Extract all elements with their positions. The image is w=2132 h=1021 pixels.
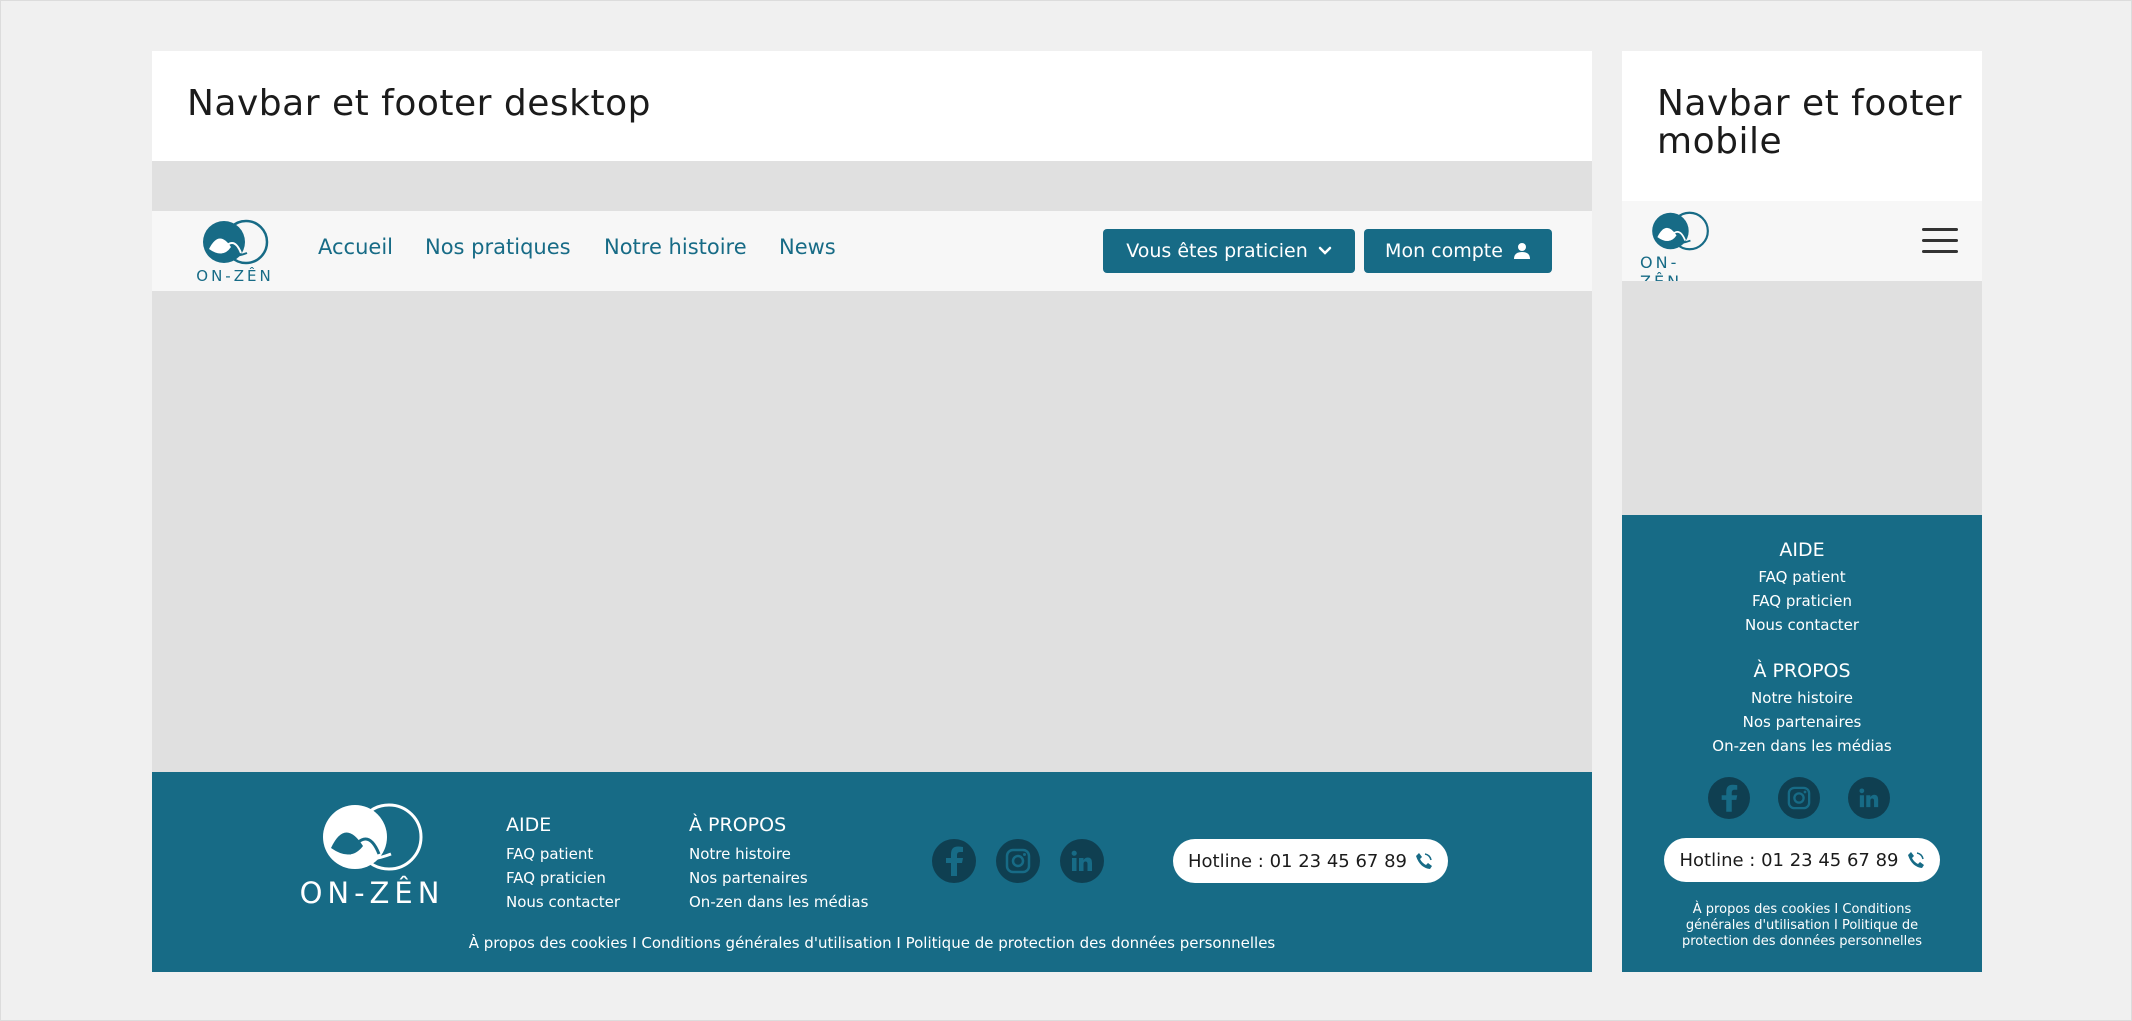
nav-link-accueil[interactable]: Accueil	[318, 235, 393, 259]
panel-title-mobile: Navbar et footer mobile	[1657, 83, 1962, 162]
mobile-panel: Navbar et footer mobile ON-ZÊN AIDE FAQ …	[1622, 51, 1982, 972]
chevron-down-icon	[1318, 246, 1332, 255]
mobile-content-placeholder	[1622, 281, 1982, 515]
footer-apropos-column: À PROPOS Notre histoire Nos partenaires …	[689, 814, 868, 914]
facebook-icon[interactable]	[1708, 777, 1750, 819]
mobile-footer-legal-links[interactable]: À propos des cookies I Conditions généra…	[1672, 902, 1932, 950]
social-links	[932, 839, 1104, 883]
desktop-navbar: ON-ZÊN Accueil Nos pratiques Notre histo…	[152, 211, 1592, 291]
mon-compte-label: Mon compte	[1385, 240, 1503, 262]
desktop-panel: Navbar et footer desktop ON-ZÊN Accueil …	[152, 51, 1592, 972]
footer-aide-column: AIDE FAQ patient FAQ praticien Nous cont…	[506, 814, 620, 914]
facebook-icon[interactable]	[932, 839, 976, 883]
mobile-link-nous-contacter[interactable]: Nous contacter	[1622, 613, 1982, 637]
content-placeholder-top	[152, 161, 1592, 211]
footer-logo[interactable]: ON-ZÊN	[297, 802, 447, 910]
content-placeholder-main	[152, 291, 1592, 772]
footer-aide-title: AIDE	[506, 814, 552, 836]
phone-icon	[1907, 852, 1924, 868]
hotline-label: Hotline : 01 23 45 67 89	[1187, 850, 1407, 872]
praticien-button-label: Vous êtes praticien	[1126, 240, 1308, 262]
mobile-aide-title: AIDE	[1779, 539, 1825, 561]
phone-icon	[1416, 853, 1432, 869]
lotus-logo-icon	[203, 219, 269, 265]
footer-link-nous-contacter[interactable]: Nous contacter	[506, 890, 620, 914]
mobile-apropos-title: À PROPOS	[1753, 660, 1851, 682]
mobile-footer-apropos: À PROPOS Notre histoire Nos partenaires …	[1622, 660, 1982, 758]
logo-text: ON-ZÊN	[196, 267, 274, 285]
mobile-hotline-label: Hotline : 01 23 45 67 89	[1679, 849, 1899, 871]
mobile-social-links	[1708, 777, 1890, 819]
mobile-footer: AIDE FAQ patient FAQ praticien Nous cont…	[1622, 515, 1982, 972]
footer-link-medias[interactable]: On-zen dans les médias	[689, 890, 868, 914]
linkedin-icon[interactable]	[1060, 839, 1104, 883]
footer-apropos-title: À PROPOS	[689, 814, 787, 836]
mobile-link-medias[interactable]: On-zen dans les médias	[1622, 734, 1982, 758]
mon-compte-button[interactable]: Mon compte	[1364, 229, 1552, 273]
panel-title-desktop: Navbar et footer desktop	[187, 83, 651, 124]
nav-link-nos-pratiques[interactable]: Nos pratiques	[425, 235, 571, 259]
footer-link-nos-partenaires[interactable]: Nos partenaires	[689, 866, 868, 890]
instagram-icon[interactable]	[996, 839, 1040, 883]
logo[interactable]: ON-ZÊN	[190, 219, 280, 285]
nav-link-notre-histoire[interactable]: Notre histoire	[604, 235, 747, 259]
mobile-footer-aide: AIDE FAQ patient FAQ praticien Nous cont…	[1622, 539, 1982, 637]
footer-legal-links[interactable]: À propos des cookies I Conditions généra…	[152, 934, 1592, 952]
nav-link-news[interactable]: News	[779, 235, 836, 259]
desktop-footer: ON-ZÊN AIDE FAQ patient FAQ praticien No…	[152, 772, 1592, 972]
linkedin-icon[interactable]	[1848, 777, 1890, 819]
praticien-dropdown-button[interactable]: Vous êtes praticien	[1103, 229, 1355, 273]
footer-link-faq-patient[interactable]: FAQ patient	[506, 842, 620, 866]
mobile-link-notre-histoire[interactable]: Notre histoire	[1622, 686, 1982, 710]
lotus-logo-icon	[323, 803, 423, 871]
mobile-logo[interactable]: ON-ZÊN	[1640, 211, 1720, 291]
hotline-button[interactable]: Hotline : 01 23 45 67 89	[1173, 839, 1448, 883]
user-icon	[1513, 243, 1530, 259]
mobile-link-faq-patient[interactable]: FAQ patient	[1622, 565, 1982, 589]
footer-logo-text: ON-ZÊN	[299, 876, 445, 910]
hamburger-menu-icon[interactable]	[1922, 228, 1958, 254]
footer-link-faq-praticien[interactable]: FAQ praticien	[506, 866, 620, 890]
instagram-icon[interactable]	[1778, 777, 1820, 819]
mobile-link-faq-praticien[interactable]: FAQ praticien	[1622, 589, 1982, 613]
mobile-navbar: ON-ZÊN	[1622, 201, 1982, 291]
mobile-hotline-button[interactable]: Hotline : 01 23 45 67 89	[1664, 838, 1940, 882]
mobile-link-nos-partenaires[interactable]: Nos partenaires	[1622, 710, 1982, 734]
footer-link-notre-histoire[interactable]: Notre histoire	[689, 842, 868, 866]
lotus-logo-icon	[1652, 211, 1709, 251]
